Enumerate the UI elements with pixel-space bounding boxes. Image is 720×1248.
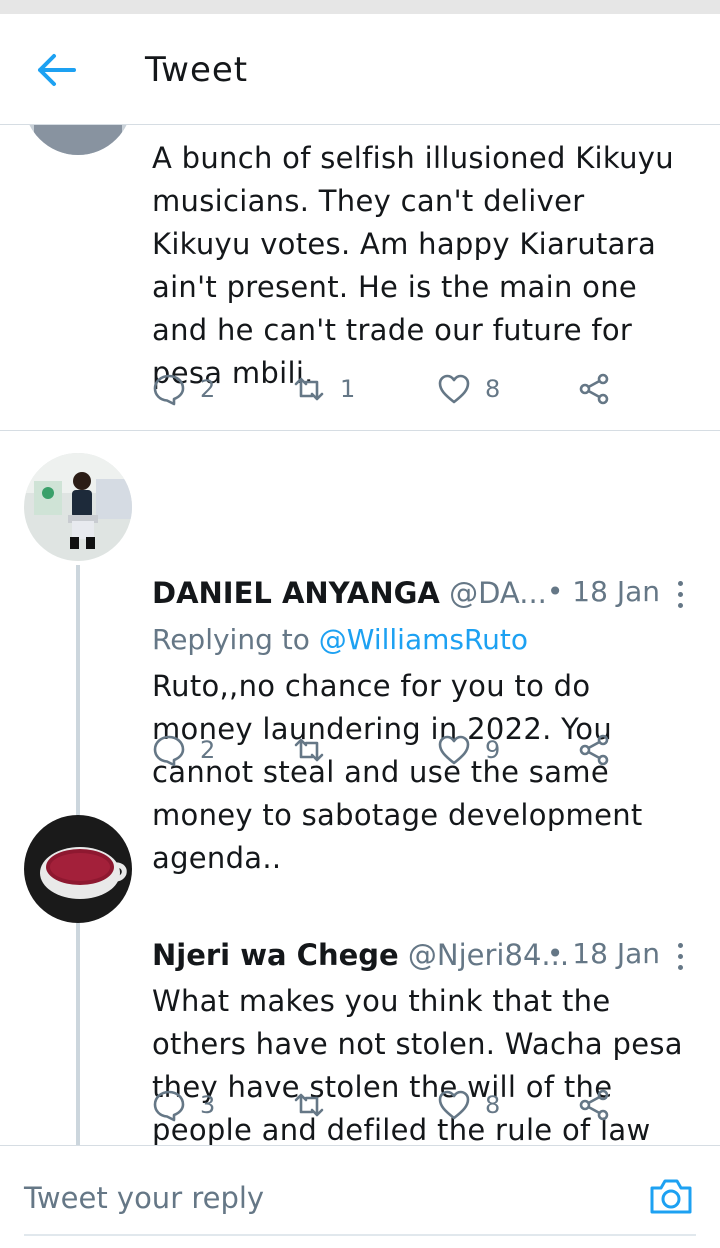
reply-icon	[153, 374, 185, 406]
more-options-icon[interactable]	[674, 943, 686, 973]
avatar[interactable]	[24, 125, 132, 155]
tweet-item[interactable]: A bunch of selfish illusioned Kikuyu mus…	[0, 125, 720, 430]
retweet-icon	[294, 738, 324, 762]
back-arrow-icon[interactable]	[34, 52, 78, 88]
like-count: 9	[485, 736, 501, 764]
reply-button[interactable]: 2	[152, 730, 215, 770]
reply-count: 3	[200, 1091, 216, 1119]
retweet-button[interactable]: 1	[292, 369, 355, 409]
heart-icon	[438, 735, 470, 765]
display-name[interactable]: DANIEL ANYANGA	[152, 576, 440, 610]
like-button[interactable]: 9	[437, 730, 500, 770]
share-button[interactable]	[577, 369, 611, 409]
avatar[interactable]	[24, 815, 132, 923]
tweet-actions: 2 1 8	[152, 369, 622, 409]
reply-count: 2	[200, 375, 216, 403]
reply-input[interactable]: Tweet your reply	[24, 1181, 264, 1215]
share-button[interactable]	[577, 730, 611, 770]
reply-icon	[153, 1090, 185, 1122]
share-button[interactable]	[577, 1085, 611, 1125]
share-icon	[579, 734, 609, 766]
tweet-author-line: Njeri wa Chege @Njeri84...	[152, 937, 569, 973]
retweet-icon	[294, 377, 324, 401]
heart-icon	[438, 1090, 470, 1120]
like-button[interactable]: 8	[437, 369, 500, 409]
more-options-icon[interactable]	[674, 581, 686, 611]
status-bar	[0, 0, 720, 14]
like-count: 8	[485, 1091, 501, 1119]
reply-button[interactable]: 2	[152, 369, 215, 409]
reply-composer: Tweet your reply	[0, 1145, 720, 1248]
tweet-author-line: DANIEL ANYANGA @DA...	[152, 575, 547, 611]
like-button[interactable]: 8	[437, 1085, 500, 1125]
mention-link[interactable]: @WilliamsRuto	[319, 623, 528, 656]
share-icon	[579, 1089, 609, 1121]
retweet-button[interactable]	[292, 1085, 340, 1125]
replying-label: Replying to	[152, 623, 310, 656]
tweet-date: • 18 Jan	[546, 937, 660, 970]
top-app-bar: Tweet	[0, 14, 720, 125]
display-name[interactable]: Njeri wa Chege	[152, 938, 399, 972]
reply-underline	[24, 1234, 696, 1236]
replying-to: Replying to @WilliamsRuto	[152, 623, 528, 656]
user-handle[interactable]: @Njeri84...	[408, 938, 569, 972]
tweet-text: A bunch of selfish illusioned Kikuyu mus…	[152, 141, 674, 390]
page-title: Tweet	[145, 50, 249, 90]
reply-icon	[153, 735, 185, 767]
heart-icon	[438, 374, 470, 404]
like-count: 8	[485, 375, 501, 403]
user-handle[interactable]: @DA...	[449, 576, 547, 610]
avatar[interactable]	[24, 453, 132, 561]
retweet-icon	[294, 1093, 324, 1117]
share-icon	[579, 373, 609, 405]
tweet-thread[interactable]: A bunch of selfish illusioned Kikuyu mus…	[0, 125, 720, 1145]
retweet-count: 1	[340, 375, 356, 403]
tweet-actions: 3 8	[152, 1085, 622, 1125]
tweet-actions: 2 9	[152, 730, 622, 770]
camera-icon[interactable]	[648, 1176, 694, 1216]
tweet-date: • 18 Jan	[546, 575, 660, 608]
reply-count: 2	[200, 736, 216, 764]
retweet-button[interactable]	[292, 730, 340, 770]
reply-button[interactable]: 3	[152, 1085, 215, 1125]
